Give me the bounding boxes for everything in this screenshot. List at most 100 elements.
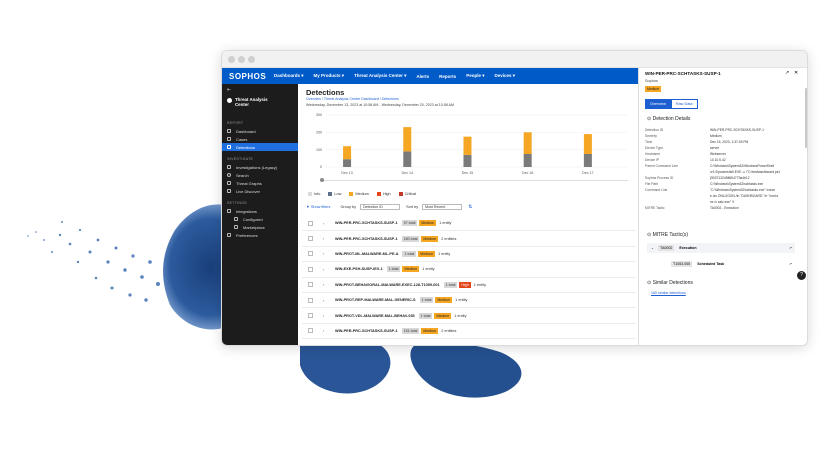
bar-low[interactable] [343,159,352,167]
sidebar-item-live-discover[interactable]: Live Discover [222,187,298,195]
legend-item[interactable]: High [376,192,391,196]
row-checkbox[interactable] [308,328,313,334]
sidebar-item-marketplace[interactable]: Marketplace [222,223,298,231]
open-external-icon[interactable]: ↗ [789,246,792,250]
legend-item[interactable]: Medium [349,192,369,196]
legend-item[interactable]: Info [308,192,320,196]
menu-toggle-icon[interactable]: ⇤ [227,87,231,93]
sidebar-item-threat-graphs[interactable]: Threat Graphs [222,179,298,187]
table-row[interactable]: › WIN-PROT-BEHAVIORAL-MALWARE-EXEC-128-T1… [302,278,636,293]
timeline-slider[interactable] [320,178,628,182]
chevron-right-icon[interactable]: › [323,313,329,318]
row-checkbox[interactable] [308,266,313,272]
sidebar-item-detections[interactable]: Detections [222,143,298,151]
detection-name[interactable]: WIN-PROT-ML-MALWARE-ML-PE-A [335,252,398,256]
detection-name[interactable]: WIN-PER-PRC-SCHTASKS-SUSP-1 [335,221,398,225]
table-row[interactable]: › WIN-PER-PRC-SCHTASKS-SUSP-1 160 total Med… [302,231,636,247]
tab-overview[interactable]: Overview [645,99,671,109]
chevron-right-icon[interactable]: › [323,282,329,287]
dashboard-icon [227,129,231,133]
time-range[interactable]: Wednesday, December 13, 2023 at 10:58 AM… [306,103,454,107]
sidebar-item-configured[interactable]: Configured [222,215,298,223]
bar-medium[interactable] [523,132,532,154]
breadcrumb[interactable]: Overview / Threat Analysis Center Dashbo… [306,97,399,101]
bar-medium[interactable] [463,136,472,155]
sidebar-item-integrations[interactable]: Integrations [222,207,298,215]
nav-people[interactable]: People ▾ [466,73,484,79]
detection-name[interactable]: WIN-PER-PRC-SCHTASKS-SUSP-1 [335,237,398,241]
chevron-right-icon[interactable]: › [323,328,329,333]
mitre-technique-row[interactable]: T1053.005 Scheduled Task ↗ [647,259,795,269]
bar-medium[interactable] [343,146,352,160]
detection-name[interactable]: WIN-PROT-VDL-MALWARE-MAL-BEHAV-035 [335,314,415,318]
nav-threat-analysis-center[interactable]: Threat Analysis Center ▾ [354,73,406,79]
sidebar-item-cases[interactable]: Cases [222,135,298,143]
table-row[interactable]: › WIN-EXE-PSH-SUSP-IEX-1 1 total Medium 1 en… [302,262,636,278]
row-checkbox[interactable] [308,251,313,257]
sidebar-item-label: Cases [236,136,248,142]
close-icon[interactable]: ✕ [794,70,798,76]
page-title: Detections [306,88,345,97]
legend-item[interactable]: Critical [398,192,416,196]
sophos-logo[interactable]: SOPHOS [222,72,274,81]
sidebar-item-label: Dashboard [236,128,256,134]
detection-name[interactable]: WIN-EXE-PSH-SUSP-IEX-1 [335,267,383,271]
similar-detections-link[interactable]: 160 similar detections [651,291,686,295]
detection-name[interactable]: WIN-PROT-BEHAVIORAL-MALWARE-EXEC-128-T10… [335,283,440,287]
detections-chart: 0 100 200 300 Dec 13 Dec 14 Dec 15 Dec 16 Dec 17 [316,113,627,175]
nav-alerts[interactable]: Alerts [416,74,429,79]
table-row[interactable]: › WIN-PROT-REP-MALWARE-MAL-GENERIC-S 1 tot… [302,293,636,309]
sidebar-item-preferences[interactable]: Preferences [222,231,298,239]
bar-low[interactable] [523,154,532,167]
chevron-right-icon[interactable]: › [323,236,329,241]
bar-low[interactable] [583,154,592,167]
bar-low[interactable] [403,151,412,167]
table-row[interactable]: › WIN-PER-PRC-SCHTASKS-SUSP-1 151 total Med… [302,324,636,340]
detection-name[interactable]: WIN-PROT-REP-MALWARE-MAL-GENERIC-S [335,298,416,302]
table-row[interactable]: › WIN-PROT-ML-MALWARE-ML-PE-A 1 total Mediu… [302,247,636,263]
bar-medium[interactable] [403,127,412,152]
chevron-right-icon[interactable]: › [323,221,329,226]
mitre-tactic-row[interactable]: ⌄ TA0002 Execution ↗ [647,243,795,253]
total-badge: 1 total [402,250,417,257]
nav-reports[interactable]: Reports [439,74,456,79]
sidebar-item-dashboard[interactable]: Dashboard [222,127,298,135]
mitre-heading[interactable]: ⊙ MITRE Tactic(s) [647,232,688,238]
sort-order-icon[interactable]: ⇅ [468,204,472,210]
entity-count: 1 entity [438,251,451,256]
x-tick-label: Dec 16 [522,171,533,175]
sort-by-select[interactable]: Most Recent [422,204,463,210]
sidebar-item-search[interactable]: Search [222,171,298,179]
sidebar-item-label: Preferences [236,232,258,238]
chevron-right-icon[interactable]: › [323,267,329,272]
row-checkbox[interactable] [308,236,313,242]
nav-my-products[interactable]: My Products ▾ [314,73,345,79]
legend-item[interactable]: Low [328,192,341,196]
nav-devices[interactable]: Devices ▾ [494,73,515,79]
row-checkbox[interactable] [308,220,313,226]
show-filters-button[interactable]: ▼ Show filters [306,205,330,209]
detection-details-heading[interactable]: ⊙ Detection Details [647,116,690,122]
bar-medium[interactable] [583,134,592,154]
panel-scrollbar[interactable] [805,88,807,148]
bar-low[interactable] [463,154,472,167]
open-external-icon[interactable]: ↗ [785,70,789,76]
help-icon[interactable]: ? [797,271,806,280]
row-checkbox[interactable] [308,297,313,303]
table-row[interactable]: › WIN-PER-PRC-SCHTASKS-SUSP-1 97 total Medi… [302,216,636,232]
slider-handle[interactable] [320,178,324,182]
similar-detections-heading[interactable]: ⊙ Similar Detections [647,280,693,286]
chevron-right-icon[interactable]: › [323,298,329,303]
table-row[interactable]: › WIN-PROT-VDL-MALWARE-MAL-BEHAV-035 1 tot… [302,308,636,324]
nav-dashboards[interactable]: Dashboards ▾ [274,73,304,79]
entity-count: 1 entity [455,298,468,303]
tab-raw-data[interactable]: Raw Data [670,99,698,109]
total-badge: 1 total [418,312,433,319]
group-by-select[interactable]: Detection ID [360,204,401,210]
sidebar-item-investigations[interactable]: Investigations (Legacy) [222,163,298,171]
detection-name[interactable]: WIN-PER-PRC-SCHTASKS-SUSP-1 [335,329,398,333]
open-external-icon[interactable]: ↗ [789,262,792,266]
chevron-right-icon[interactable]: › [323,251,329,256]
row-checkbox[interactable] [308,282,313,288]
row-checkbox[interactable] [308,313,313,319]
